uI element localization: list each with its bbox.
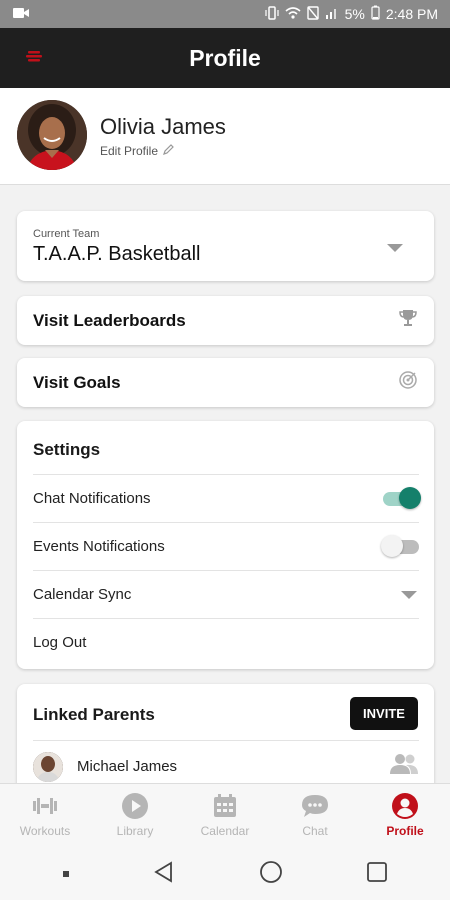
battery-percent: 5% <box>344 6 365 22</box>
trophy-icon <box>398 308 418 333</box>
bottom-tab-bar: Workouts Library Calendar Chat Profile <box>0 783 450 848</box>
chevron-down-icon <box>387 244 403 252</box>
chevron-down-icon <box>401 590 417 599</box>
home-icon[interactable] <box>259 860 283 889</box>
chat-notifications-toggle[interactable] <box>383 486 421 509</box>
menu-icon <box>26 49 42 67</box>
battery-icon <box>371 5 380 23</box>
vibrate-icon <box>265 5 279 23</box>
page-title: Profile <box>189 44 261 71</box>
edit-profile-link[interactable]: Edit Profile <box>100 144 174 158</box>
top-bar: Profile <box>0 28 450 88</box>
goals-label: Visit Goals <box>33 372 121 392</box>
calendar-sync-row[interactable]: Calendar Sync <box>33 570 419 618</box>
logout-label: Log Out <box>33 634 87 651</box>
tab-label: Profile <box>386 824 424 838</box>
status-bar: 5% 2:48 PM <box>0 0 450 28</box>
status-time: 2:48 PM <box>385 6 438 22</box>
profile-header: Olivia James Edit Profile <box>0 88 450 185</box>
tab-library[interactable]: Library <box>90 784 180 848</box>
current-team-label: Current Team <box>33 228 100 240</box>
current-team-select[interactable]: Current Team T.A.A.P. Basketball <box>17 211 434 281</box>
parent-name: Michael James <box>77 758 178 775</box>
linked-parents-title: Linked Parents <box>33 705 155 724</box>
play-icon <box>121 792 149 820</box>
events-notifications-label: Events Notifications <box>33 538 165 555</box>
chat-notifications-label: Chat Notifications <box>33 490 151 507</box>
users-icon <box>389 753 419 780</box>
tab-profile[interactable]: Profile <box>360 784 450 848</box>
dumbbell-icon <box>31 792 59 820</box>
target-icon <box>398 370 418 395</box>
visit-leaderboards-button[interactable]: Visit Leaderboards <box>17 296 434 345</box>
current-team-value: T.A.A.P. Basketball <box>33 243 201 265</box>
calendar-icon <box>212 792 238 820</box>
tab-chat[interactable]: Chat <box>270 784 360 848</box>
visit-goals-button[interactable]: Visit Goals <box>17 358 434 407</box>
tab-calendar[interactable]: Calendar <box>180 784 270 848</box>
tab-label: Workouts <box>19 824 71 838</box>
back-icon[interactable] <box>153 860 175 888</box>
video-icon <box>12 6 30 23</box>
tab-label: Chat <box>302 824 328 838</box>
leaderboards-label: Visit Leaderboards <box>33 310 186 330</box>
events-notifications-row: Events Notifications <box>33 522 419 570</box>
tab-workouts[interactable]: Workouts <box>0 784 90 848</box>
chat-icon <box>301 792 329 820</box>
settings-title: Settings <box>33 440 101 459</box>
dot-icon[interactable] <box>62 865 70 883</box>
signal-icon <box>325 6 339 23</box>
invite-button[interactable]: INVITE <box>350 697 418 730</box>
recents-icon[interactable] <box>366 861 388 888</box>
edit-profile-label: Edit Profile <box>100 144 159 158</box>
system-nav-bar <box>0 848 450 900</box>
events-notifications-toggle[interactable] <box>381 534 419 557</box>
avatar[interactable] <box>17 100 87 170</box>
avatar <box>33 751 63 782</box>
logout-button[interactable]: Log Out <box>33 618 419 666</box>
calendar-sync-label: Calendar Sync <box>33 586 132 603</box>
chat-notifications-row: Chat Notifications <box>33 474 421 522</box>
menu-button[interactable] <box>22 46 46 70</box>
no-sim-icon <box>306 5 319 23</box>
user-icon <box>391 792 419 820</box>
pencil-icon <box>163 144 174 158</box>
tab-label: Calendar <box>200 824 250 838</box>
tab-label: Library <box>116 824 154 838</box>
wifi-icon <box>285 6 301 23</box>
profile-name: Olivia James <box>100 114 226 139</box>
settings-card: Settings Chat Notifications Events Notif… <box>17 421 434 669</box>
